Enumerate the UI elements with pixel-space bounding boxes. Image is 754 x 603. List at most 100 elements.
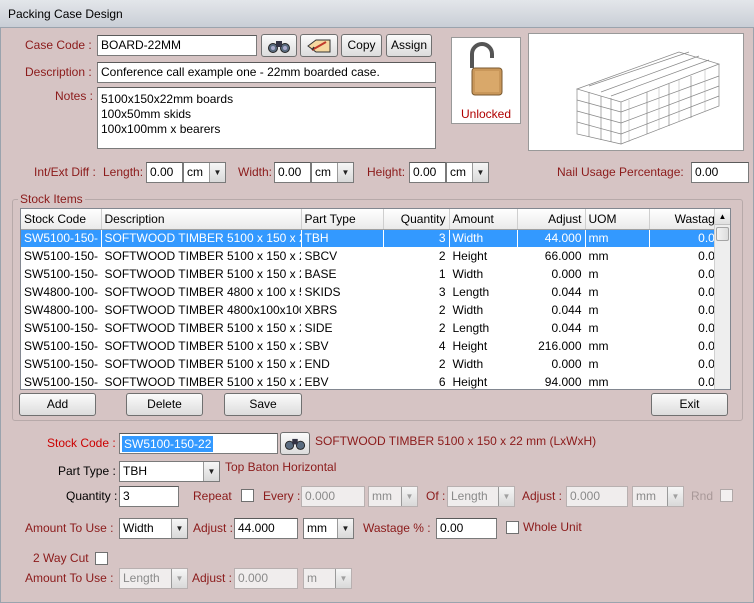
table-row[interactable]: SW5100-150- SOFTWOOD TIMBER 5100 x 150 x … xyxy=(21,247,725,265)
notes-textarea[interactable]: 5100x150x22mm boards 100x50mm skids 100x… xyxy=(97,87,436,149)
part-type-select[interactable]: TBH ▼ xyxy=(119,461,220,482)
amount-to-use-select[interactable]: Width ▼ xyxy=(119,518,188,539)
description-input[interactable]: Conference call example one - 22mm board… xyxy=(97,62,436,83)
amount-to-use-label: Amount To Use : xyxy=(25,521,114,535)
quantity-input[interactable]: 3 xyxy=(119,486,179,507)
description-label: Description : xyxy=(25,65,92,79)
notes-line: 100x100mm x bearers xyxy=(101,122,221,136)
adjust-unit-select[interactable]: mm ▼ xyxy=(303,518,354,539)
cell-amount: Width xyxy=(452,267,484,281)
cell-part-type: SBCV xyxy=(304,249,338,263)
add-button[interactable]: Add xyxy=(19,393,96,416)
delete-button[interactable]: Delete xyxy=(126,393,203,416)
every-input[interactable]: 0.000 xyxy=(301,486,365,507)
stock-code-label: Stock Code : xyxy=(47,436,116,450)
col-header-part-type[interactable]: Part Type xyxy=(301,209,384,230)
grid-scrollbar[interactable]: ▲ xyxy=(714,209,730,389)
amount-to-use-2-value: Length xyxy=(123,571,160,585)
stock-code-input[interactable]: SW5100-150-22 xyxy=(119,433,278,454)
table-row[interactable]: SW5100-150- SOFTWOOD TIMBER 5100 x 150 x … xyxy=(21,319,725,337)
lock-status: Unlocked xyxy=(460,107,512,121)
cell-part-type: SKIDS xyxy=(304,285,341,299)
copy-button[interactable]: Copy xyxy=(341,34,382,57)
edit-case-button[interactable] xyxy=(300,34,338,57)
case-code-input[interactable]: BOARD-22MM xyxy=(97,35,257,56)
col-header-stock-code[interactable]: Stock Code xyxy=(21,209,102,230)
two-way-cut-checkbox[interactable] xyxy=(95,552,108,565)
repeat-adjust-unit-select[interactable]: mm ▼ xyxy=(632,486,684,507)
edit-icon xyxy=(307,39,331,53)
col-header-uom[interactable]: UOM xyxy=(585,209,650,230)
width-unit-select[interactable]: cm ▼ xyxy=(311,162,354,183)
part-type-value: TBH xyxy=(123,464,147,478)
col-header-description[interactable]: Description xyxy=(101,209,302,230)
assign-button[interactable]: Assign xyxy=(386,34,432,57)
table-row[interactable]: SW5100-150- SOFTWOOD TIMBER 5100 x 150 x … xyxy=(21,229,725,247)
col-header-adjust[interactable]: Adjust xyxy=(517,209,586,230)
repeat-checkbox[interactable] xyxy=(241,489,254,502)
cell-uom: m xyxy=(588,303,599,317)
lock-panel[interactable]: Unlocked xyxy=(451,37,521,124)
cell-amount: Height xyxy=(452,375,488,389)
height-unit-select[interactable]: cm ▼ xyxy=(446,162,489,183)
table-row[interactable]: SW5100-150- SOFTWOOD TIMBER 5100 x 150 x … xyxy=(21,337,725,355)
table-row[interactable]: SW5100-150- SOFTWOOD TIMBER 5100 x 150 x … xyxy=(21,265,725,283)
amount-to-use-2-select[interactable]: Length ▼ xyxy=(119,568,188,589)
binoculars-icon xyxy=(284,438,306,450)
adjust-2-input[interactable]: 0.000 xyxy=(234,568,298,589)
cell-quantity: 3 xyxy=(383,229,449,247)
part-type-description: Top Baton Horizontal xyxy=(225,460,337,474)
whole-unit-label: Whole Unit xyxy=(523,520,582,534)
chevron-down-icon: ▼ xyxy=(209,163,225,182)
scroll-thumb[interactable] xyxy=(716,227,729,241)
scroll-up-icon[interactable]: ▲ xyxy=(715,209,730,225)
every-unit-value: mm xyxy=(372,489,392,503)
whole-unit-checkbox[interactable] xyxy=(506,521,519,534)
cell-amount: Width xyxy=(452,357,484,371)
length-input[interactable]: 0.00 xyxy=(146,162,183,183)
wastage-input[interactable]: 0.00 xyxy=(436,518,497,539)
rnd-checkbox[interactable] xyxy=(720,489,733,502)
width-unit-value: cm xyxy=(315,165,331,179)
cell-stock-code: SW5100-150- xyxy=(24,339,99,353)
cell-adjust: 0.044 xyxy=(551,321,582,335)
cell-quantity: 2 xyxy=(438,249,446,263)
table-row[interactable]: SW4800-100- SOFTWOOD TIMBER 4800 x 100 x … xyxy=(21,283,725,301)
cell-adjust: 0.000 xyxy=(551,267,582,281)
stock-items-grid[interactable]: Stock Code Description Part Type Quantit… xyxy=(20,208,731,390)
of-select[interactable]: Length ▼ xyxy=(447,486,515,507)
find-stock-button[interactable] xyxy=(280,432,310,455)
nail-usage-input[interactable]: 0.00 xyxy=(691,162,749,183)
height-input[interactable]: 0.00 xyxy=(409,162,446,183)
table-row[interactable]: SW5100-150- SOFTWOOD TIMBER 5100 x 150 x … xyxy=(21,355,725,373)
cell-description: SOFTWOOD TIMBER 5100 x 150 x 2 xyxy=(104,267,301,281)
repeat-adjust-input[interactable]: 0.000 xyxy=(566,486,628,507)
save-button[interactable]: Save xyxy=(224,393,302,416)
stock-description: SOFTWOOD TIMBER 5100 x 150 x 22 mm (LxWx… xyxy=(315,434,597,448)
table-row[interactable]: SW4800-100- SOFTWOOD TIMBER 4800x100x100 X… xyxy=(21,301,725,319)
cell-amount: Height xyxy=(452,339,488,353)
binoculars-icon xyxy=(268,41,290,53)
chevron-down-icon: ▼ xyxy=(472,163,488,182)
find-case-button[interactable] xyxy=(261,34,297,57)
cell-amount: Length xyxy=(452,285,490,299)
chevron-down-icon: ▼ xyxy=(337,519,353,538)
cell-stock-code: SW5100-150- xyxy=(24,375,99,389)
exit-button[interactable]: Exit xyxy=(651,393,728,416)
adjust-2-unit-select[interactable]: m ▼ xyxy=(303,568,352,589)
cell-description: SOFTWOOD TIMBER 4800 x 100 x 5 xyxy=(104,285,301,299)
length-unit-select[interactable]: cm ▼ xyxy=(183,162,226,183)
every-unit-select[interactable]: mm ▼ xyxy=(368,486,418,507)
cell-stock-code: SW4800-100- xyxy=(24,285,99,299)
cell-part-type: END xyxy=(304,357,330,371)
width-input[interactable]: 0.00 xyxy=(274,162,311,183)
table-row[interactable]: SW5100-150- SOFTWOOD TIMBER 5100 x 150 x … xyxy=(21,373,725,389)
col-header-amount[interactable]: Amount xyxy=(449,209,518,230)
padlock-unlocked-icon xyxy=(470,42,503,96)
cell-quantity: 2 xyxy=(438,303,446,317)
col-header-quantity[interactable]: Quantity xyxy=(383,209,450,230)
length-unit-value: cm xyxy=(187,165,203,179)
cell-uom: m xyxy=(588,267,599,281)
wastage-label: Wastage % : xyxy=(363,521,431,535)
adjust-input[interactable]: 44.000 xyxy=(234,518,298,539)
